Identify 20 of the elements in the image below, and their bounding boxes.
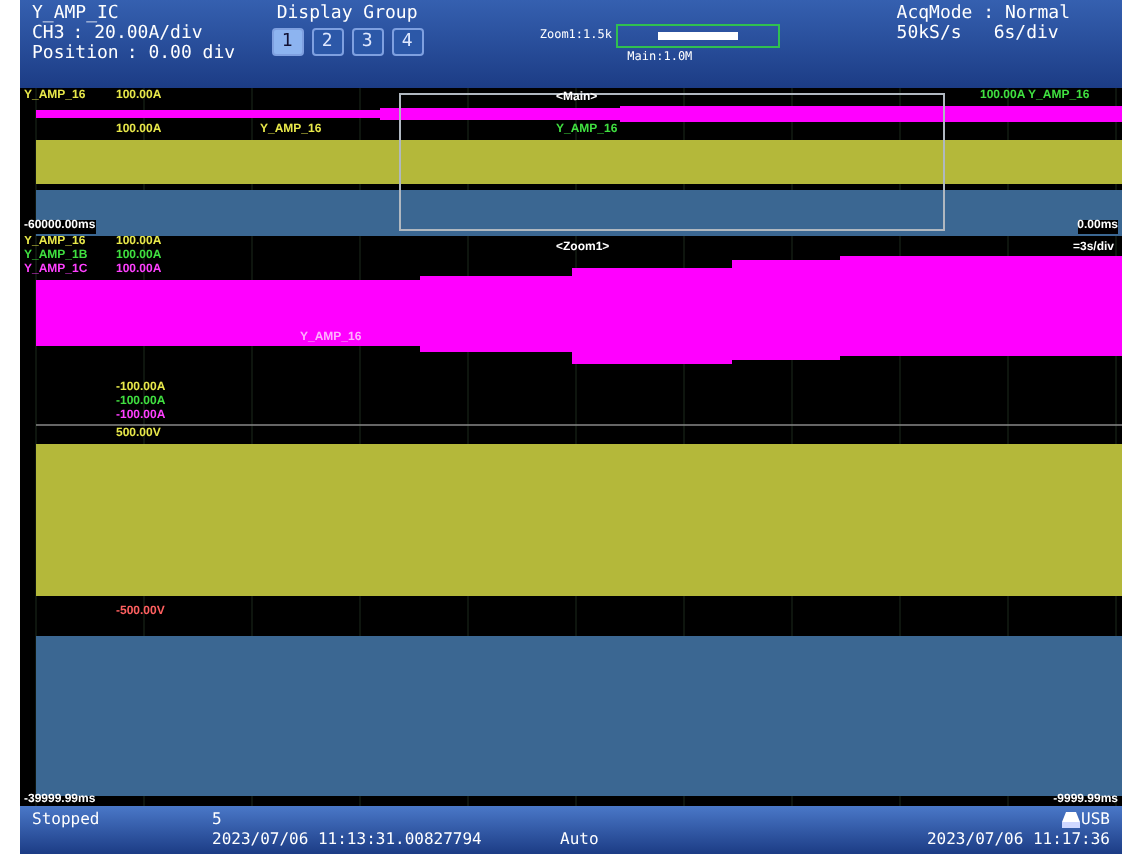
channel-label: CH3 [32,24,65,44]
group-button[interactable]: 3 [351,28,384,56]
trigger-mode: Auto [558,830,601,850]
position-value: : 0.00 div [126,44,236,64]
time-per-div: 6s/div [993,24,1059,44]
acq-mode: AcqMode : Normal [896,4,1070,24]
display-group-title: Display Group [276,4,418,24]
trace-name: Y_AMP_IC [32,4,121,24]
group-button[interactable]: 1 [271,28,304,56]
scale-value: : 20.00A/div [72,24,203,44]
acquisition-count: 5 [212,810,224,830]
storage-label: USB [1081,810,1110,830]
run-state: Stopped [32,810,102,830]
position-label: Position [32,44,119,64]
clock: 2023/07/06 11:17:36 [926,830,1110,850]
drive-icon [1061,812,1080,828]
group-button[interactable]: 4 [391,28,424,56]
trigger-time: 2023/07/06 11:13:31.00827794 [212,830,484,850]
group-button[interactable]: 2 [311,28,344,56]
sample-rate: 50kS/s [896,24,962,44]
